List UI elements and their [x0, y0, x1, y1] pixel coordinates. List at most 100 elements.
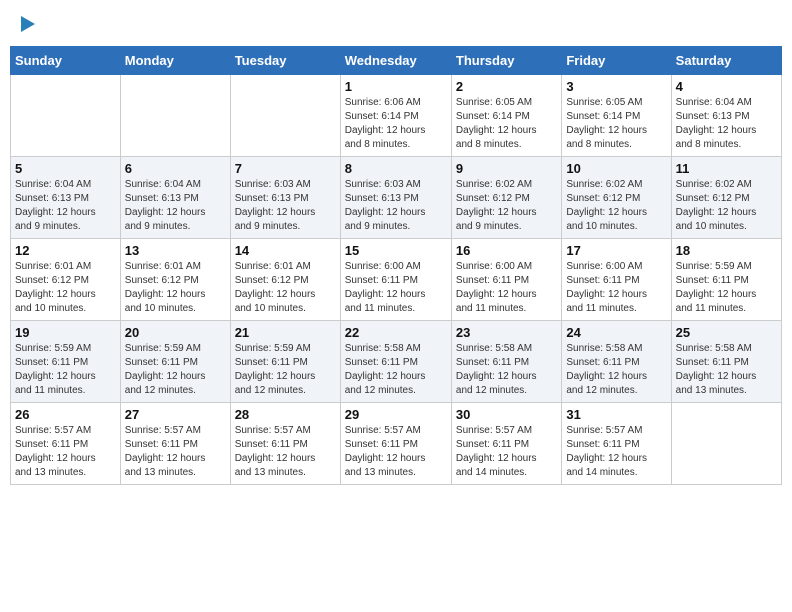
day-info: Sunrise: 5:59 AM Sunset: 6:11 PM Dayligh… — [15, 342, 116, 398]
calendar-cell: 18 Sunrise: 5:59 AM Sunset: 6:11 PM Dayli… — [671, 239, 781, 321]
logo — [18, 16, 35, 32]
day-info: Sunrise: 6:03 AM Sunset: 6:13 PM Dayligh… — [235, 178, 336, 234]
col-header-sunday: Sunday — [11, 47, 121, 75]
col-header-friday: Friday — [562, 47, 671, 75]
day-number: 11 — [676, 161, 777, 176]
calendar-cell: 15 Sunrise: 6:00 AM Sunset: 6:11 PM Dayli… — [340, 239, 451, 321]
calendar-cell — [671, 403, 781, 485]
day-info: Sunrise: 6:05 AM Sunset: 6:14 PM Dayligh… — [566, 96, 666, 152]
day-info: Sunrise: 5:59 AM Sunset: 6:11 PM Dayligh… — [676, 260, 777, 316]
calendar-cell: 2 Sunrise: 6:05 AM Sunset: 6:14 PM Daylig… — [451, 75, 561, 157]
calendar-cell: 19 Sunrise: 5:59 AM Sunset: 6:11 PM Dayli… — [11, 321, 121, 403]
day-info: Sunrise: 5:57 AM Sunset: 6:11 PM Dayligh… — [125, 424, 226, 480]
day-info: Sunrise: 6:00 AM Sunset: 6:11 PM Dayligh… — [566, 260, 666, 316]
calendar-week-row: 19 Sunrise: 5:59 AM Sunset: 6:11 PM Dayli… — [11, 321, 782, 403]
calendar-cell: 9 Sunrise: 6:02 AM Sunset: 6:12 PM Daylig… — [451, 157, 561, 239]
calendar-cell: 28 Sunrise: 5:57 AM Sunset: 6:11 PM Dayli… — [230, 403, 340, 485]
calendar-cell: 4 Sunrise: 6:04 AM Sunset: 6:13 PM Daylig… — [671, 75, 781, 157]
col-header-saturday: Saturday — [671, 47, 781, 75]
day-number: 18 — [676, 243, 777, 258]
calendar-cell: 31 Sunrise: 5:57 AM Sunset: 6:11 PM Dayli… — [562, 403, 671, 485]
calendar-cell: 26Sunrise: 5:57 AM Sunset: 6:11 PM Dayli… — [11, 403, 121, 485]
day-number: 2 — [456, 79, 557, 94]
day-info: Sunrise: 5:57 AM Sunset: 6:11 PM Dayligh… — [566, 424, 666, 480]
logo-arrow-icon — [21, 16, 35, 32]
day-number: 28 — [235, 407, 336, 422]
day-number: 29 — [345, 407, 447, 422]
calendar-week-row: 1 Sunrise: 6:06 AM Sunset: 6:14 PM Daylig… — [11, 75, 782, 157]
calendar-cell: 7 Sunrise: 6:03 AM Sunset: 6:13 PM Daylig… — [230, 157, 340, 239]
day-number: 25 — [676, 325, 777, 340]
day-info: Sunrise: 6:06 AM Sunset: 6:14 PM Dayligh… — [345, 96, 447, 152]
day-number: 6 — [125, 161, 226, 176]
day-info: Sunrise: 6:04 AM Sunset: 6:13 PM Dayligh… — [15, 178, 116, 234]
day-info: Sunrise: 5:57 AM Sunset: 6:11 PM Dayligh… — [456, 424, 557, 480]
calendar-cell: 3 Sunrise: 6:05 AM Sunset: 6:14 PM Daylig… — [562, 75, 671, 157]
calendar-cell: 17 Sunrise: 6:00 AM Sunset: 6:11 PM Dayli… — [562, 239, 671, 321]
day-info: Sunrise: 5:58 AM Sunset: 6:11 PM Dayligh… — [566, 342, 666, 398]
calendar-cell: 8 Sunrise: 6:03 AM Sunset: 6:13 PM Daylig… — [340, 157, 451, 239]
calendar-cell: 21 Sunrise: 5:59 AM Sunset: 6:11 PM Dayli… — [230, 321, 340, 403]
day-info: Sunrise: 6:01 AM Sunset: 6:12 PM Dayligh… — [235, 260, 336, 316]
day-info: Sunrise: 5:59 AM Sunset: 6:11 PM Dayligh… — [125, 342, 226, 398]
calendar-cell: 25 Sunrise: 5:58 AM Sunset: 6:11 PM Dayli… — [671, 321, 781, 403]
day-info: Sunrise: 5:58 AM Sunset: 6:11 PM Dayligh… — [345, 342, 447, 398]
day-number: 31 — [566, 407, 666, 422]
calendar-cell: 10 Sunrise: 6:02 AM Sunset: 6:12 PM Dayli… — [562, 157, 671, 239]
day-info: Sunrise: 6:04 AM Sunset: 6:13 PM Dayligh… — [676, 96, 777, 152]
day-info: Sunrise: 6:02 AM Sunset: 6:12 PM Dayligh… — [456, 178, 557, 234]
day-info: Sunrise: 6:05 AM Sunset: 6:14 PM Dayligh… — [456, 96, 557, 152]
day-info: Sunrise: 5:57 AM Sunset: 6:11 PM Dayligh… — [15, 424, 116, 480]
day-info: Sunrise: 5:59 AM Sunset: 6:11 PM Dayligh… — [235, 342, 336, 398]
calendar-cell: 27 Sunrise: 5:57 AM Sunset: 6:11 PM Dayli… — [120, 403, 230, 485]
day-number: 4 — [676, 79, 777, 94]
day-number: 24 — [566, 325, 666, 340]
day-number: 30 — [456, 407, 557, 422]
day-number: 15 — [345, 243, 447, 258]
day-number: 20 — [125, 325, 226, 340]
calendar-cell: 30 Sunrise: 5:57 AM Sunset: 6:11 PM Dayli… — [451, 403, 561, 485]
calendar-cell: 5 Sunrise: 6:04 AM Sunset: 6:13 PM Daylig… — [11, 157, 121, 239]
calendar-week-row: 12 Sunrise: 6:01 AM Sunset: 6:12 PM Dayli… — [11, 239, 782, 321]
day-info: Sunrise: 6:00 AM Sunset: 6:11 PM Dayligh… — [345, 260, 447, 316]
day-info: Sunrise: 6:01 AM Sunset: 6:12 PM Dayligh… — [125, 260, 226, 316]
day-number: 7 — [235, 161, 336, 176]
col-header-tuesday: Tuesday — [230, 47, 340, 75]
day-number: 9 — [456, 161, 557, 176]
calendar-cell — [120, 75, 230, 157]
calendar-cell: 22Sunrise: 5:58 AM Sunset: 6:11 PM Dayli… — [340, 321, 451, 403]
day-info: Sunrise: 5:58 AM Sunset: 6:11 PM Dayligh… — [676, 342, 777, 398]
calendar-cell: 6Sunrise: 6:04 AM Sunset: 6:13 PM Daylig… — [120, 157, 230, 239]
day-number: 5 — [15, 161, 116, 176]
calendar-cell: 1 Sunrise: 6:06 AM Sunset: 6:14 PM Daylig… — [340, 75, 451, 157]
day-info: Sunrise: 6:01 AM Sunset: 6:12 PM Dayligh… — [15, 260, 116, 316]
day-number: 27 — [125, 407, 226, 422]
calendar-cell: 14Sunrise: 6:01 AM Sunset: 6:12 PM Dayli… — [230, 239, 340, 321]
calendar-cell: 20 Sunrise: 5:59 AM Sunset: 6:11 PM Dayli… — [120, 321, 230, 403]
day-number: 19 — [15, 325, 116, 340]
day-number: 17 — [566, 243, 666, 258]
day-info: Sunrise: 5:57 AM Sunset: 6:11 PM Dayligh… — [235, 424, 336, 480]
day-info: Sunrise: 6:03 AM Sunset: 6:13 PM Dayligh… — [345, 178, 447, 234]
day-info: Sunrise: 6:02 AM Sunset: 6:12 PM Dayligh… — [566, 178, 666, 234]
day-number: 13 — [125, 243, 226, 258]
calendar-header-row: SundayMondayTuesdayWednesdayThursdayFrid… — [11, 47, 782, 75]
day-info: Sunrise: 5:57 AM Sunset: 6:11 PM Dayligh… — [345, 424, 447, 480]
col-header-monday: Monday — [120, 47, 230, 75]
page-header — [10, 10, 782, 38]
calendar-cell: 11Sunrise: 6:02 AM Sunset: 6:12 PM Dayli… — [671, 157, 781, 239]
calendar-cell — [11, 75, 121, 157]
calendar-week-row: 26Sunrise: 5:57 AM Sunset: 6:11 PM Dayli… — [11, 403, 782, 485]
calendar-cell: 24 Sunrise: 5:58 AM Sunset: 6:11 PM Dayli… — [562, 321, 671, 403]
calendar-cell: 23Sunrise: 5:58 AM Sunset: 6:11 PM Dayli… — [451, 321, 561, 403]
day-number: 3 — [566, 79, 666, 94]
day-info: Sunrise: 6:00 AM Sunset: 6:11 PM Dayligh… — [456, 260, 557, 316]
day-number: 10 — [566, 161, 666, 176]
calendar-week-row: 5 Sunrise: 6:04 AM Sunset: 6:13 PM Daylig… — [11, 157, 782, 239]
day-number: 12 — [15, 243, 116, 258]
day-number: 23 — [456, 325, 557, 340]
day-number: 1 — [345, 79, 447, 94]
day-number: 8 — [345, 161, 447, 176]
day-number: 21 — [235, 325, 336, 340]
calendar-cell — [230, 75, 340, 157]
